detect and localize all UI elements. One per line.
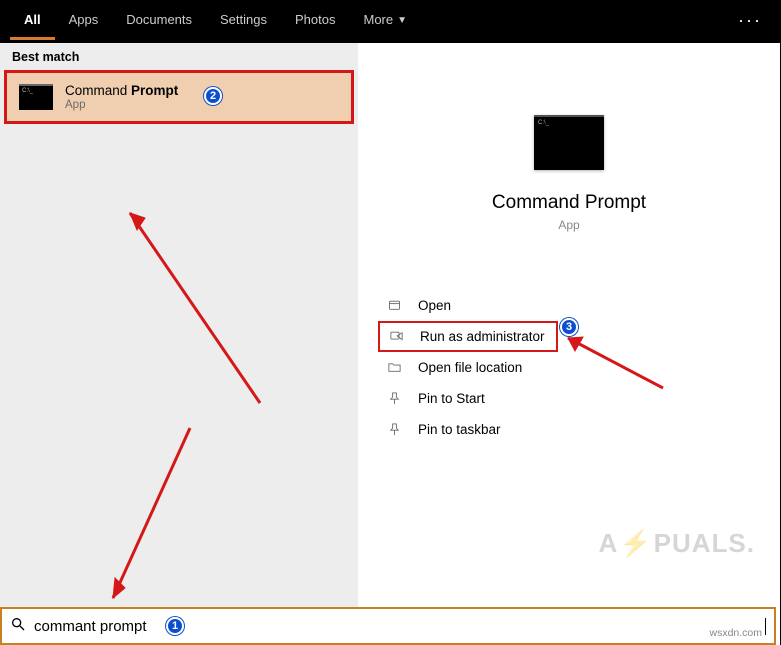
results-panel: Best match C:\_ Command Prompt App 2 xyxy=(0,43,358,607)
preview-subtitle: App xyxy=(558,218,579,232)
section-best-match: Best match xyxy=(0,43,358,70)
chevron-down-icon: ▼ xyxy=(397,15,407,26)
text-caret xyxy=(765,618,766,635)
action-open-label: Open xyxy=(418,298,451,313)
tab-more[interactable]: More ▼ xyxy=(349,0,421,37)
preview-panel: C:\_ Command Prompt App Open Run as admi… xyxy=(358,43,780,607)
search-bar[interactable]: 1 xyxy=(0,607,776,645)
tab-photos[interactable]: Photos xyxy=(281,0,349,37)
step-badge-2: 2 xyxy=(204,87,222,105)
tab-apps[interactable]: Apps xyxy=(55,0,113,37)
action-pin-to-start[interactable]: Pin to Start xyxy=(378,383,780,414)
more-options-icon[interactable]: ··· xyxy=(738,10,762,31)
search-icon xyxy=(10,616,28,637)
search-filter-tabs: All Apps Documents Settings Photos More ▼… xyxy=(0,0,780,43)
action-run-admin-label: Run as administrator xyxy=(420,329,545,344)
preview-title: Command Prompt xyxy=(492,192,646,214)
action-pin-start-label: Pin to Start xyxy=(418,391,485,406)
command-prompt-icon: C:\_ xyxy=(19,84,53,110)
open-icon xyxy=(386,298,402,313)
action-run-as-administrator[interactable]: Run as administrator 3 xyxy=(378,321,558,352)
tab-documents[interactable]: Documents xyxy=(112,0,206,37)
action-list: Open Run as administrator 3 Open file lo… xyxy=(358,232,780,445)
preview-command-prompt-icon: C:\_ xyxy=(534,115,604,170)
action-pin-to-taskbar[interactable]: Pin to taskbar xyxy=(378,414,780,445)
result-command-prompt[interactable]: C:\_ Command Prompt App 2 xyxy=(4,70,354,124)
pin-taskbar-icon xyxy=(386,422,402,437)
pin-start-icon xyxy=(386,391,402,406)
action-pin-taskbar-label: Pin to taskbar xyxy=(418,422,501,437)
step-badge-3: 3 xyxy=(560,318,578,336)
action-open[interactable]: Open xyxy=(378,290,780,321)
folder-icon xyxy=(386,360,402,375)
watermark-logo: A⚡PUALS. xyxy=(599,528,756,559)
tab-settings[interactable]: Settings xyxy=(206,0,281,37)
tab-all[interactable]: All xyxy=(10,0,55,40)
bolt-icon: ⚡ xyxy=(619,528,652,558)
result-title: Command Prompt xyxy=(65,83,178,98)
source-watermark: wsxdn.com xyxy=(709,627,762,639)
result-subtitle: App xyxy=(65,99,178,111)
step-badge-1: 1 xyxy=(166,617,184,635)
tab-more-label: More xyxy=(363,12,393,27)
action-open-loc-label: Open file location xyxy=(418,360,522,375)
search-input[interactable] xyxy=(28,614,765,639)
action-open-file-location[interactable]: Open file location xyxy=(378,352,780,383)
run-admin-icon xyxy=(388,329,404,344)
